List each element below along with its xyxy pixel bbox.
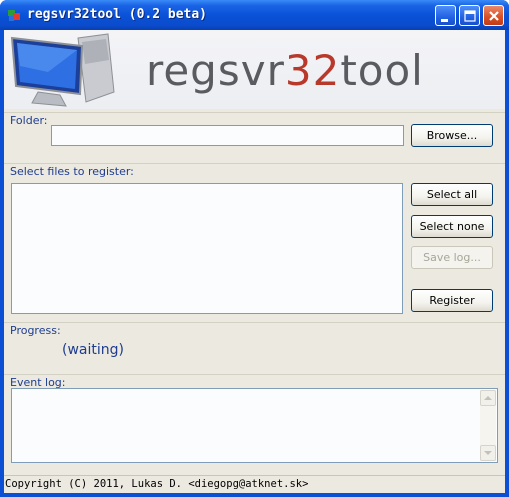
minimize-icon <box>441 19 448 22</box>
browse-button[interactable]: Browse... <box>411 124 493 147</box>
brand-prefix: regsvr <box>146 46 285 95</box>
files-label: Select files to register: <box>10 165 134 178</box>
brand-accent: 32 <box>284 46 341 95</box>
event-log-scrollbar[interactable] <box>480 390 496 461</box>
scroll-up-icon <box>484 396 492 400</box>
progress-status: (waiting) <box>62 342 124 358</box>
maximize-icon <box>464 10 476 22</box>
close-button[interactable] <box>483 5 504 26</box>
monitor-logo <box>10 33 115 107</box>
folder-label: Folder: <box>10 114 48 127</box>
title-bar[interactable]: regsvr32tool (0.2 beta) <box>0 0 509 30</box>
app-window: regsvr32tool (0.2 beta) regsvr32tool Fol… <box>0 0 509 497</box>
save-log-button[interactable]: Save log... <box>411 246 493 269</box>
brand-suffix: tool <box>340 46 424 95</box>
files-list[interactable] <box>11 183 403 314</box>
brand-logo-text: regsvr32tool <box>146 46 424 95</box>
event-log-textarea[interactable] <box>11 388 498 463</box>
scroll-down-button[interactable] <box>480 445 496 461</box>
app-icon <box>8 10 20 21</box>
folder-input[interactable] <box>51 125 404 146</box>
copyright-text: Copyright (C) 2011, Lukas D. <diegopg@at… <box>5 478 309 490</box>
status-bar: Copyright (C) 2011, Lukas D. <diegopg@at… <box>4 475 505 493</box>
client-area: regsvr32tool Folder: Browse... Select fi… <box>4 30 505 493</box>
scroll-up-button[interactable] <box>480 390 496 406</box>
select-all-button[interactable]: Select all <box>411 183 493 206</box>
banner: regsvr32tool <box>4 30 505 109</box>
progress-label: Progress: <box>10 324 61 337</box>
window-title: regsvr32tool (0.2 beta) <box>27 7 208 22</box>
minimize-button[interactable] <box>435 5 456 26</box>
select-none-button[interactable]: Select none <box>411 215 493 238</box>
scroll-down-icon <box>484 451 492 455</box>
maximize-button[interactable] <box>459 5 480 26</box>
close-icon <box>489 11 499 21</box>
register-button[interactable]: Register <box>411 289 493 312</box>
